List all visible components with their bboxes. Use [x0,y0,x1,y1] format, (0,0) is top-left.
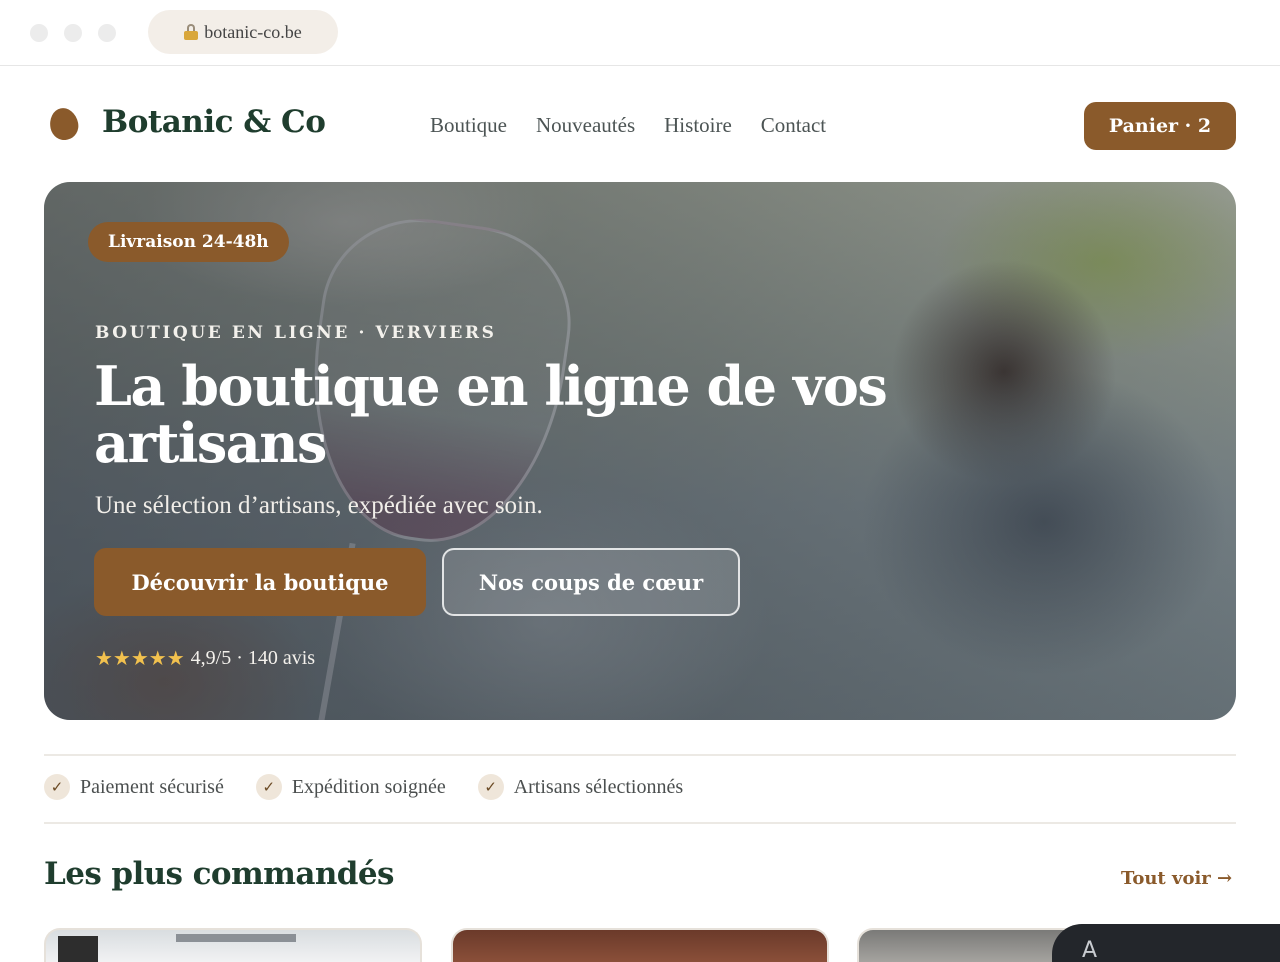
brand-name[interactable]: Botanic & Co [102,104,326,140]
chat-icon: A [1082,938,1098,962]
trust-item-artisans: ✓ Artisans sélectionnés [477,774,684,800]
divider-bottom [44,822,1236,824]
trust-item-payment: ✓ Paiement sécurisé [44,774,224,800]
rating-summary: ★★★★★ 4,9/5 · 140 avis [95,646,315,671]
discover-shop-button[interactable]: Découvrir la boutique [94,548,426,616]
hero-title: La boutique en ligne de vos artisans [94,354,888,475]
logo-seed-icon[interactable] [46,105,82,143]
cart-button[interactable]: Panier · 2 [1084,102,1236,150]
lock-icon [184,24,199,40]
main-nav: Boutique Nouveautés Histoire Contact [430,113,826,138]
trust-label: Expédition soignée [291,775,446,798]
hero-subtitle: Une sélection d’artisans, expédiée avec … [95,492,543,519]
delivery-badge: Livraison 24-48h [88,222,289,262]
favorites-button[interactable]: Nos coups de cœur [442,548,740,616]
window-minimize-button[interactable] [64,24,82,42]
chat-widget-button[interactable]: A [1052,924,1280,962]
nav-histoire[interactable]: Histoire [664,113,732,138]
trust-label: Artisans sélectionnés [513,775,684,798]
nav-contact[interactable]: Contact [761,113,826,138]
rating-text: 4,9/5 · 140 avis [190,647,316,669]
star-rating-icon: ★★★★★ [95,648,185,670]
check-icon: ✓ [477,774,504,800]
trust-label: Paiement sécurisé [80,775,224,798]
address-url: botanic-co.be [204,21,302,42]
hero-banner: Livraison 24-48h BOUTIQUE EN LIGNE · VER… [44,182,1236,720]
address-bar[interactable]: botanic-co.be [148,10,338,54]
check-icon: ✓ [44,774,70,800]
window-close-button[interactable] [30,24,48,42]
hero-eyebrow: BOUTIQUE EN LIGNE · VERVIERS [95,323,497,343]
nav-boutique[interactable]: Boutique [430,113,507,138]
product-card[interactable] [451,928,829,962]
browser-chrome: botanic-co.be [0,0,1280,66]
window-maximize-button[interactable] [98,24,116,42]
product-card[interactable] [44,928,422,962]
section-title: Les plus commandés [44,856,394,892]
trust-item-shipping: ✓ Expédition soignée [255,774,446,800]
site-header: Botanic & Co Boutique Nouveautés Histoir… [0,66,1280,182]
divider-top [44,754,1236,756]
see-all-link[interactable]: Tout voir → [1121,868,1232,889]
nav-nouveautes[interactable]: Nouveautés [536,113,635,138]
check-icon: ✓ [255,774,282,800]
trust-row: ✓ Paiement sécurisé ✓ Expédition soignée… [44,774,683,800]
